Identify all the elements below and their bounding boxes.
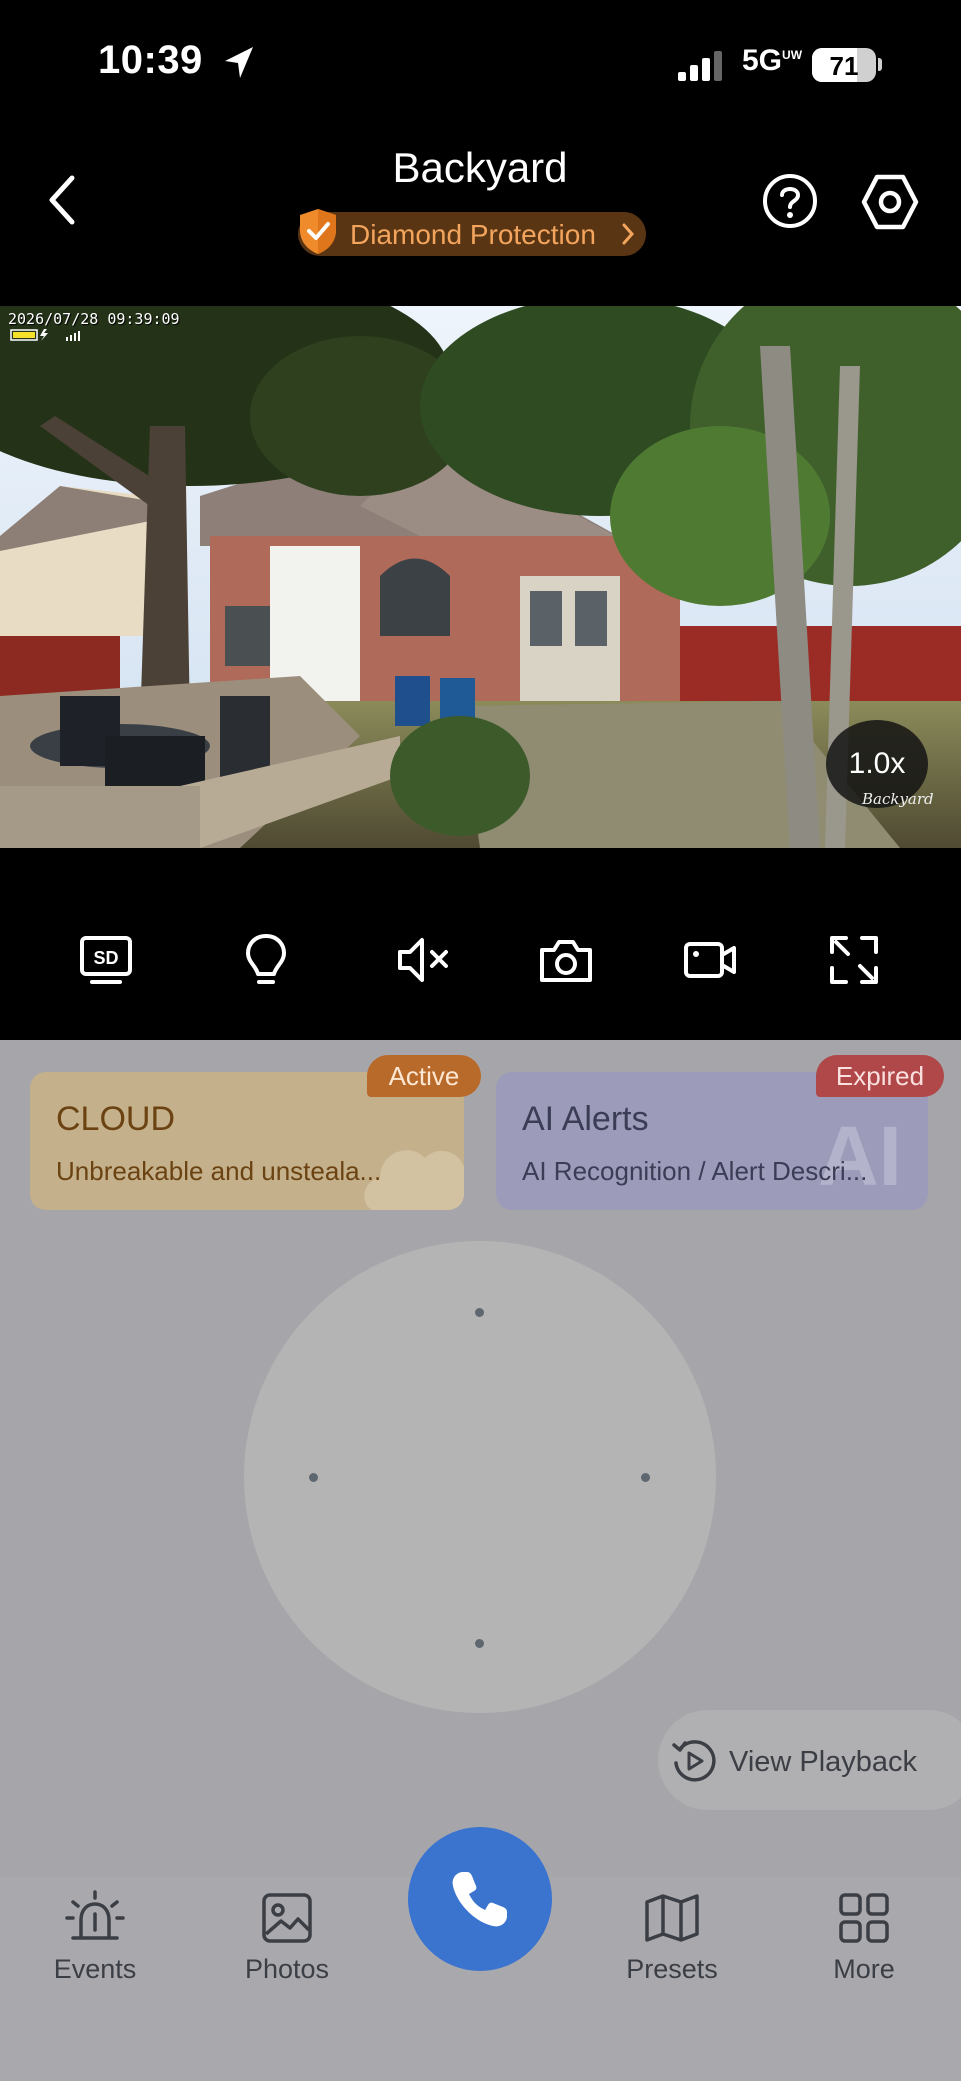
back-button[interactable] <box>40 170 84 230</box>
nav-photos[interactable]: Photos <box>222 1890 352 1985</box>
location-arrow-icon <box>225 47 253 78</box>
shield-check-icon <box>300 209 336 254</box>
ptz-joystick[interactable] <box>244 1241 716 1713</box>
video-timestamp: 2026/07/28 09:39:09 <box>8 310 180 328</box>
siren-alert-icon <box>65 1890 125 1940</box>
cellular-signal-icon <box>678 51 722 81</box>
battery-cap <box>878 58 882 71</box>
camera-icon <box>540 940 592 982</box>
page-title: Backyard <box>392 144 568 191</box>
ptz-down-indicator <box>475 1639 484 1648</box>
cloud-status-badge: Active <box>367 1055 481 1097</box>
ai-card-subtitle: AI Recognition / Alert Descri... <box>522 1156 868 1186</box>
nav-events[interactable]: Events <box>30 1890 160 1985</box>
ptz-left-indicator <box>309 1473 318 1482</box>
playback-history-icon <box>672 1740 716 1782</box>
nav-more-label: More <box>833 1954 895 1984</box>
photo-gallery-icon <box>262 1893 312 1943</box>
mute-button[interactable] <box>394 930 454 990</box>
diamond-protection-label: Diamond Protection <box>350 219 596 250</box>
video-control-toolbar: SD <box>0 930 961 1010</box>
ai-card-title: AI Alerts <box>522 1100 649 1138</box>
chevron-right-icon <box>622 223 635 245</box>
fullscreen-icon <box>830 936 878 984</box>
record-button[interactable] <box>680 930 740 990</box>
snapshot-button[interactable] <box>536 930 596 990</box>
nav-more[interactable]: More <box>799 1890 929 1985</box>
call-button[interactable] <box>408 1827 552 1971</box>
map-icon <box>645 1894 699 1942</box>
sd-quality-button[interactable]: SD <box>76 930 136 990</box>
light-bulb-icon <box>246 934 286 984</box>
settings-button[interactable] <box>858 170 922 234</box>
camera-battery-signal-icon <box>10 329 80 341</box>
network-type: 5GUW <box>742 44 803 77</box>
nav-events-label: Events <box>53 1954 137 1984</box>
nav-presets[interactable]: Presets <box>607 1890 737 1985</box>
battery-indicator: 71 <box>812 48 876 82</box>
video-camera-name: Backyard <box>862 790 934 808</box>
svg-text:SD: SD <box>93 948 118 968</box>
fullscreen-button[interactable] <box>824 930 884 990</box>
help-button[interactable] <box>762 173 818 229</box>
cloud-card-subtitle: Unbreakable and unsteala... <box>56 1156 382 1186</box>
battery-percentage: 71 <box>829 51 859 81</box>
view-playback-label: View Playback <box>729 1746 918 1778</box>
ptz-right-indicator <box>641 1473 650 1482</box>
ptz-up-indicator <box>475 1308 484 1317</box>
ai-status-badge: Expired <box>816 1055 944 1097</box>
status-time: 10:39 <box>98 38 203 82</box>
nav-photos-label: Photos <box>244 1954 330 1984</box>
cloud-card-title: CLOUD <box>56 1100 176 1138</box>
mute-icon <box>398 938 448 982</box>
live-video-feed[interactable] <box>0 306 961 848</box>
nav-presets-label: Presets <box>626 1954 718 1984</box>
light-button[interactable] <box>236 930 296 990</box>
grid-icon <box>839 1893 889 1943</box>
video-record-icon <box>684 942 736 978</box>
phone-icon <box>452 1872 507 1927</box>
sd-quality-icon: SD <box>80 936 132 984</box>
